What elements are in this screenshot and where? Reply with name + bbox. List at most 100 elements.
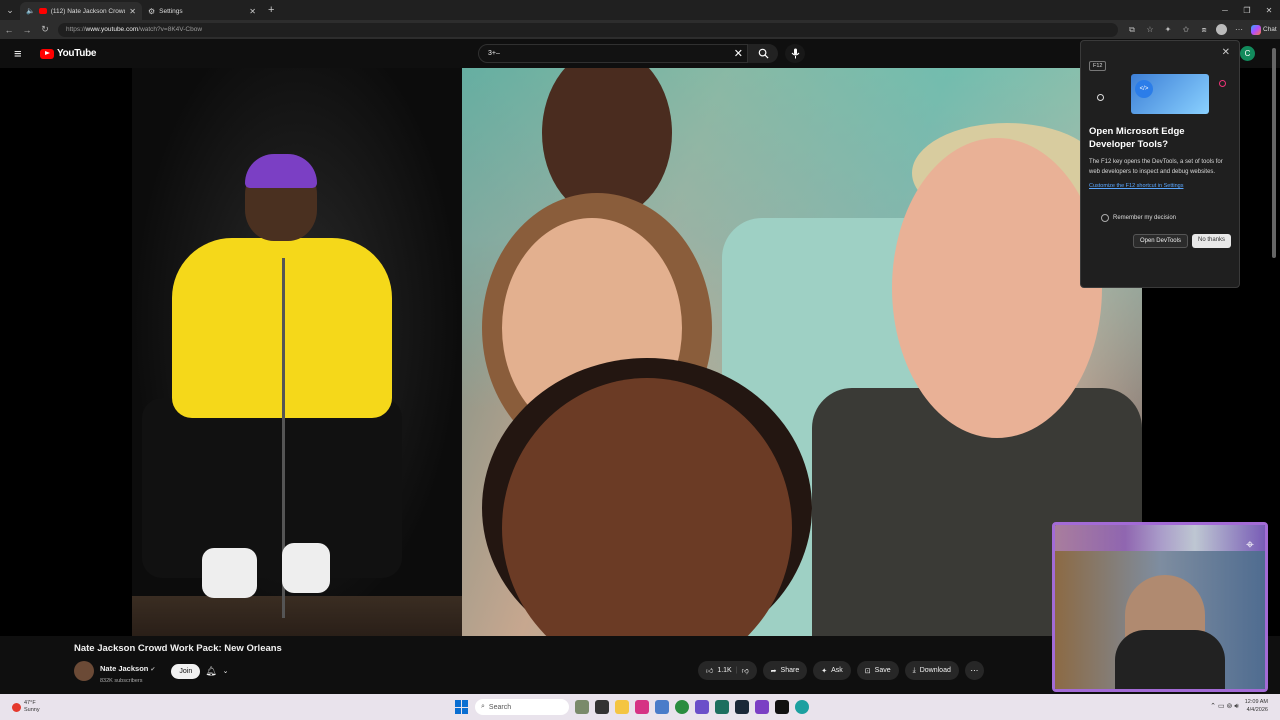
profile-avatar[interactable]: [1216, 23, 1227, 35]
bell-icon: 🔔︎: [205, 665, 217, 676]
forward-button[interactable]: →: [18, 20, 36, 39]
url-field[interactable]: https://www.youtube.com/watch?v=8K4V-Cbo…: [58, 22, 1118, 37]
edge-icon[interactable]: [795, 700, 809, 714]
windows-start-icon[interactable]: [455, 700, 469, 714]
remember-label: Remember my decision: [1113, 215, 1177, 221]
favorite-star-icon[interactable]: ☆: [1142, 22, 1158, 38]
discord-icon[interactable]: [695, 700, 709, 714]
split-screen-icon[interactable]: ⧉: [1124, 22, 1140, 38]
tab-youtube[interactable]: 🔈 (112) Nate Jackson Crowd Wo ✕: [20, 2, 142, 20]
no-thanks-button[interactable]: No thanks: [1191, 234, 1231, 248]
close-dialog-icon[interactable]: ✕: [1222, 47, 1230, 58]
address-bar-row: ← → ↻ https://www.youtube.com/watch?v=8K…: [0, 20, 1280, 39]
clear-search-icon[interactable]: ✕: [734, 47, 743, 60]
tab-title: Settings: [159, 7, 183, 15]
browser-toolbar: ⧉ ☆ ✦ ✩ ⧈ ⋯: [1124, 22, 1247, 38]
page-scrollbar[interactable]: [1271, 40, 1277, 690]
obs-icon[interactable]: [775, 700, 789, 714]
extensions-icon[interactable]: ✦: [1160, 22, 1176, 38]
new-tab-button[interactable]: +: [268, 4, 274, 16]
close-tab-icon[interactable]: ✕: [129, 7, 136, 16]
bookmark-icon: ⊡: [864, 667, 871, 675]
remember-decision-option[interactable]: Remember my decision: [1101, 214, 1231, 222]
share-icon: ➦: [770, 667, 777, 675]
dialog-buttons: Open DevTools No thanks: [1089, 234, 1231, 248]
mail-icon[interactable]: [655, 700, 669, 714]
sparkle-icon: ✦: [821, 667, 828, 675]
crosshair-icon: ⌖: [1246, 536, 1254, 552]
weather-desc: Sunny: [24, 707, 40, 713]
save-button[interactable]: ⊡ Save: [856, 661, 899, 680]
speaker-icon[interactable]: 🔈: [26, 7, 35, 15]
close-tab-icon[interactable]: ✕: [249, 7, 256, 16]
like-dislike-group: 👍︎ 1.1K | 👎︎: [698, 661, 757, 680]
minimize-button[interactable]: ─: [1214, 0, 1236, 20]
audience-face: [892, 138, 1102, 438]
widgets-icon[interactable]: [575, 700, 589, 714]
thumbs-down-icon[interactable]: 👎︎: [742, 666, 749, 675]
url-prefix: https://: [66, 26, 86, 33]
search-query: 3+–: [488, 50, 500, 57]
steam-icon[interactable]: [735, 700, 749, 714]
chevron-down-icon: ⌄: [222, 668, 229, 675]
channel-avatar[interactable]: [74, 661, 94, 681]
more-actions-button[interactable]: ⋯: [964, 661, 984, 680]
refresh-button[interactable]: ↻: [36, 20, 54, 39]
chat-label: Chat: [1263, 26, 1277, 33]
customize-shortcut-link[interactable]: Customize the F12 shortcut in Settings: [1089, 183, 1231, 189]
voice-search-button[interactable]: [785, 44, 805, 63]
decor-dot: [1219, 80, 1226, 87]
remember-radio[interactable]: [1101, 214, 1109, 222]
share-label: Share: [780, 667, 800, 674]
like-count[interactable]: 1.1K: [717, 667, 731, 674]
windows-taskbar: 47°F Sunny ⌕ Search ⌃ ▭ ⊚ 🔊︎ 12:09 AM 4/…: [0, 694, 1280, 720]
search-button[interactable]: [748, 44, 778, 63]
chrome-icon[interactable]: [675, 700, 689, 714]
download-icon: ⤓: [912, 666, 916, 674]
devtools-illustration: </>: [1095, 74, 1235, 119]
verified-icon: ✔: [150, 667, 156, 673]
stage-floor: [132, 596, 462, 636]
app-icon[interactable]: [715, 700, 729, 714]
open-devtools-button[interactable]: Open DevTools: [1132, 234, 1188, 248]
notifications-button[interactable]: 🔔︎ ⌄: [205, 666, 228, 677]
thumbs-up-icon[interactable]: 👍︎: [706, 666, 713, 675]
restore-button[interactable]: ❐: [1236, 0, 1258, 20]
streamer-shirt: [1115, 630, 1225, 689]
video-frame-audience: [462, 68, 1142, 636]
scrollbar-thumb[interactable]: [1272, 48, 1276, 258]
comedian-legs: [142, 398, 402, 578]
ask-button[interactable]: ✦ Ask: [813, 661, 851, 680]
collections-icon[interactable]: ⧈: [1196, 22, 1212, 38]
window-controls: ─ ❐ ✕: [1214, 0, 1280, 20]
account-avatar[interactable]: C: [1240, 46, 1255, 61]
subscriber-count: 832K subscribers: [100, 678, 143, 684]
youtube-logo[interactable]: YouTube: [40, 48, 97, 59]
task-view-icon[interactable]: [595, 700, 609, 714]
more-options-icon[interactable]: ⋯: [1231, 22, 1247, 38]
weather-text: 47°F Sunny: [24, 700, 40, 714]
menu-icon[interactable]: ≡: [14, 46, 34, 61]
tray-icons[interactable]: ⌃ ▭ ⊚ 🔊︎: [1210, 702, 1239, 711]
favorites-icon[interactable]: ✩: [1178, 22, 1194, 38]
tab-settings[interactable]: ⚙ Settings ✕: [142, 2, 262, 20]
share-button[interactable]: ➦ Share: [762, 661, 808, 680]
download-button[interactable]: ⤓ Download: [904, 661, 959, 680]
join-button[interactable]: Join: [171, 663, 201, 679]
youtube-play-icon: [40, 48, 54, 59]
app-icon[interactable]: [635, 700, 649, 714]
gear-icon: ⚙: [148, 6, 156, 16]
chat-button[interactable]: Chat: [1251, 24, 1277, 35]
search-input[interactable]: 3+– ✕: [478, 44, 748, 63]
file-explorer-icon[interactable]: [615, 700, 629, 714]
channel-name[interactable]: Nate Jackson: [100, 664, 148, 673]
twitch-icon[interactable]: [755, 700, 769, 714]
youtube-wordmark: YouTube: [57, 48, 97, 59]
url-host: www.youtube.com: [85, 26, 139, 33]
weather-widget[interactable]: 47°F Sunny: [12, 700, 40, 714]
taskbar-search[interactable]: ⌕ Search: [475, 699, 569, 715]
clock[interactable]: 12:09 AM 4/4/2026: [1245, 698, 1268, 714]
back-button[interactable]: ←: [0, 20, 18, 39]
close-window-button[interactable]: ✕: [1258, 0, 1280, 20]
tab-actions-menu[interactable]: ⌄: [0, 0, 20, 20]
